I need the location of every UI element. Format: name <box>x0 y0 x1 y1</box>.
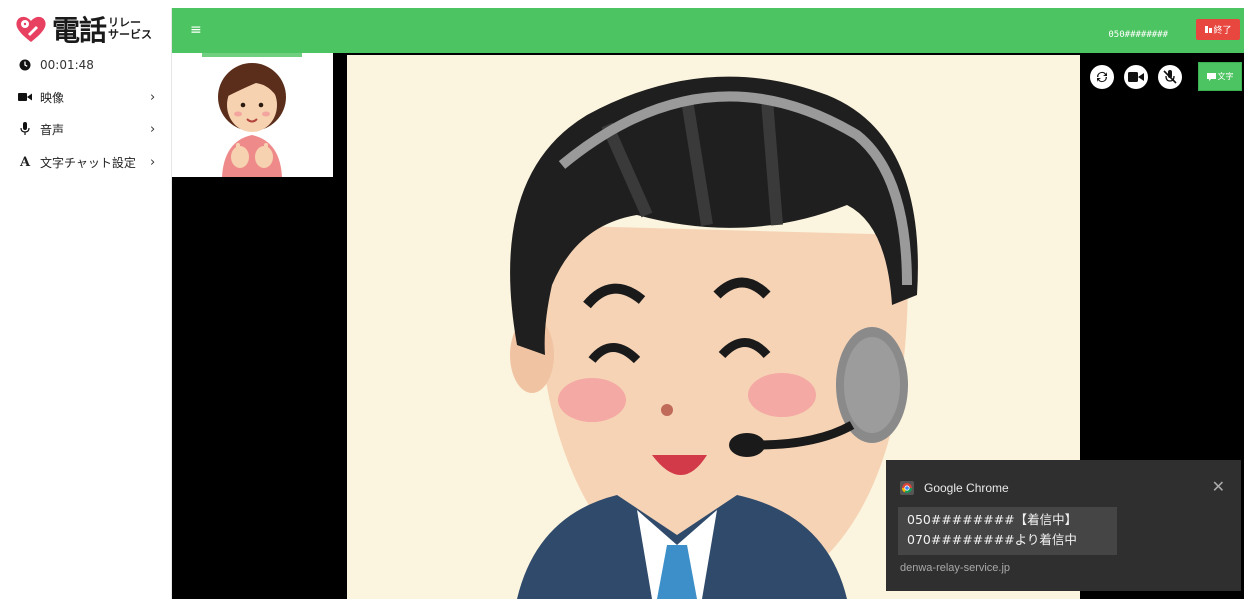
chevron-right-icon: › <box>150 89 156 105</box>
microphone-icon <box>16 122 34 136</box>
microphone-muted-icon <box>1163 70 1177 84</box>
clock-icon <box>16 59 34 71</box>
notification-message: 050########【着信中】 070########より着信中 <box>898 507 1117 555</box>
switch-camera-button[interactable] <box>1090 65 1114 89</box>
top-bar: ≡ 050######## 終了 <box>172 8 1244 53</box>
refresh-icon <box>1097 72 1107 82</box>
self-view-video <box>172 53 333 177</box>
sidebar-item-text-chat-settings[interactable]: A 文字チャット設定 › <box>8 148 172 176</box>
heart-hands-logo-icon <box>16 16 46 42</box>
notification-line-2: 070########より着信中 <box>907 532 1077 547</box>
sidebar: 電話 リレー サービス 00:01:48 映像 › 音声 › A 文字チャット設… <box>8 8 172 599</box>
hangup-icon <box>1205 26 1213 33</box>
chevron-right-icon: › <box>150 154 156 170</box>
caller-phone-number: 050######## <box>1108 30 1168 40</box>
sidebar-item-audio[interactable]: 音声 › <box>8 115 172 143</box>
logo-subtitle: リレー サービス <box>108 17 152 41</box>
mute-toggle-button[interactable] <box>1158 65 1182 89</box>
close-icon[interactable]: ✕ <box>1212 477 1225 496</box>
sidebar-item-label: 映像 <box>40 90 65 105</box>
end-call-label: 終了 <box>1213 26 1232 36</box>
notification-app-name: Google Chrome <box>924 481 1009 495</box>
notification-header: Google Chrome <box>900 481 1009 495</box>
service-logo: 電話 リレー サービス <box>14 10 170 48</box>
browser-notification[interactable]: Google Chrome ✕ 050########【着信中】 070####… <box>886 460 1241 591</box>
chat-icon <box>1206 72 1216 81</box>
logo-text: 電話 <box>52 14 107 47</box>
text-chat-label: 文字 <box>1217 72 1234 81</box>
timer-value: 00:01:48 <box>40 58 94 72</box>
app-frame: 電話 リレー サービス 00:01:48 映像 › 音声 › A 文字チャット設… <box>8 8 1244 599</box>
signer-illustration <box>172 53 333 177</box>
notification-source: denwa-relay-service.jp <box>900 562 1011 574</box>
sidebar-item-label: 文字チャット設定 <box>40 155 136 170</box>
call-timer: 00:01:48 <box>8 51 172 79</box>
sidebar-item-video[interactable]: 映像 › <box>8 83 172 111</box>
hamburger-menu-icon[interactable]: ≡ <box>190 22 202 38</box>
text-a-icon: A <box>19 154 31 170</box>
video-toggle-button[interactable] <box>1124 65 1148 89</box>
sidebar-item-label: 音声 <box>40 122 65 137</box>
video-camera-icon <box>16 92 34 102</box>
text-chat-button[interactable]: 文字 <box>1198 62 1242 91</box>
logo-sub-bottom: サービス <box>108 28 153 41</box>
video-camera-icon <box>1128 72 1144 82</box>
chrome-logo-icon <box>900 481 914 495</box>
notification-line-1: 050########【着信中】 <box>907 512 1078 527</box>
chevron-right-icon: › <box>150 121 156 137</box>
end-call-button[interactable]: 終了 <box>1196 19 1240 40</box>
